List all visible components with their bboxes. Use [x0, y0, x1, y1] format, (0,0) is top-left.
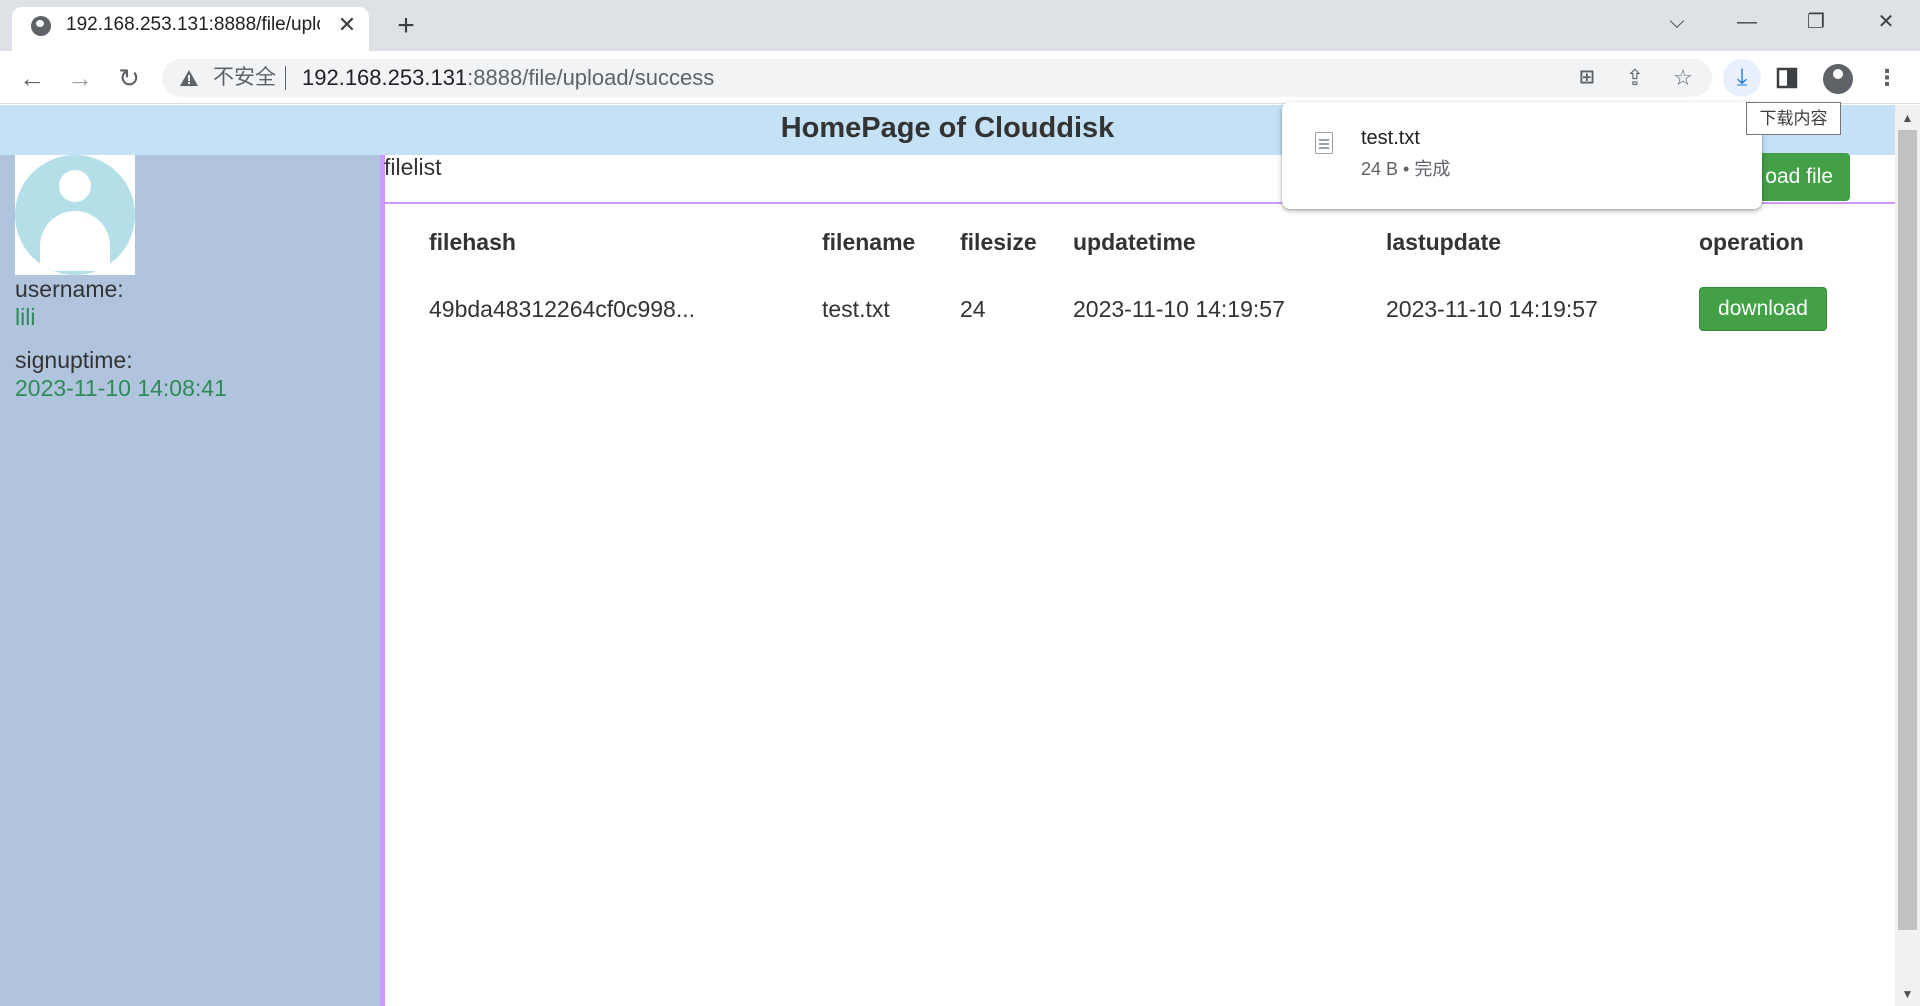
download-icon[interactable]: ⤓: [1723, 59, 1761, 97]
url-text[interactable]: 192.168.253.131:8888/file/upload/success: [302, 64, 714, 92]
chevron-down-icon[interactable]: ⌵: [1653, 8, 1701, 36]
cell-filehash: 49bda48312264cf0c998...: [429, 296, 696, 322]
translate-icon[interactable]: ⊞: [1573, 64, 1601, 92]
share-icon[interactable]: ⇪: [1621, 64, 1649, 92]
column-header-lastupdate: lastupdate: [1386, 229, 1502, 255]
column-header-operation: operation: [1699, 229, 1804, 255]
column-header-filename: filename: [822, 229, 916, 255]
forward-icon[interactable]: →: [63, 61, 97, 95]
omnibox-divider: [285, 66, 286, 90]
column-header-filesize: filesize: [960, 229, 1037, 255]
globe-icon: [31, 16, 51, 36]
column-header-filehash: filehash: [429, 229, 516, 255]
cell-filename: test.txt: [822, 296, 890, 322]
security-label[interactable]: 不安全: [213, 65, 276, 91]
scroll-down-arrow[interactable]: ▼: [1899, 986, 1916, 1002]
column-header-updatetime: updatetime: [1073, 229, 1196, 255]
minimize-icon[interactable]: —: [1723, 8, 1771, 36]
cell-filesize: 24: [960, 296, 986, 322]
cell-lastupdate: 2023-11-10 14:19:57: [1386, 296, 1598, 322]
tab-title: 192.168.253.131:8888/file/upload/success: [66, 14, 320, 35]
downloads-tooltip: 下载内容: [1746, 102, 1841, 135]
warning-icon: [180, 70, 198, 86]
url-path: :8888/file/upload/success: [467, 65, 715, 90]
url-host: 192.168.253.131: [302, 65, 468, 90]
scroll-up-arrow[interactable]: ▲: [1899, 110, 1916, 126]
avatar-icon: [15, 155, 135, 275]
downloads-popup: [1282, 102, 1762, 209]
plus-icon[interactable]: +: [390, 10, 422, 42]
window-close-icon[interactable]: ✕: [1862, 8, 1910, 36]
reload-icon[interactable]: ↻: [112, 61, 146, 95]
side-panel-icon[interactable]: [1776, 67, 1798, 89]
close-icon[interactable]: ✕: [335, 12, 359, 38]
download-status: 24 B • 完成: [1361, 159, 1451, 179]
sidebar-divider: [380, 155, 385, 1006]
avatar-head: [59, 170, 91, 202]
profile-icon[interactable]: [1823, 64, 1853, 94]
more-icon[interactable]: ⋮: [1873, 64, 1901, 92]
avatar-body: [40, 211, 110, 271]
signuptime-value: 2023-11-10 14:08:41: [15, 375, 227, 401]
cell-updatetime: 2023-11-10 14:19:57: [1073, 296, 1285, 322]
download-button[interactable]: download: [1699, 287, 1827, 331]
username-label: username:: [15, 276, 124, 302]
restore-icon[interactable]: ❐: [1792, 8, 1840, 36]
back-icon[interactable]: ←: [15, 61, 49, 95]
star-icon[interactable]: ☆: [1669, 64, 1697, 92]
username-value: lili: [15, 304, 36, 330]
file-icon: [1315, 132, 1333, 154]
download-file-name[interactable]: test.txt: [1361, 125, 1420, 151]
scrollbar-thumb[interactable]: [1898, 130, 1917, 930]
signuptime-label: signuptime:: [15, 347, 133, 373]
filelist-title: filelist: [384, 154, 442, 180]
